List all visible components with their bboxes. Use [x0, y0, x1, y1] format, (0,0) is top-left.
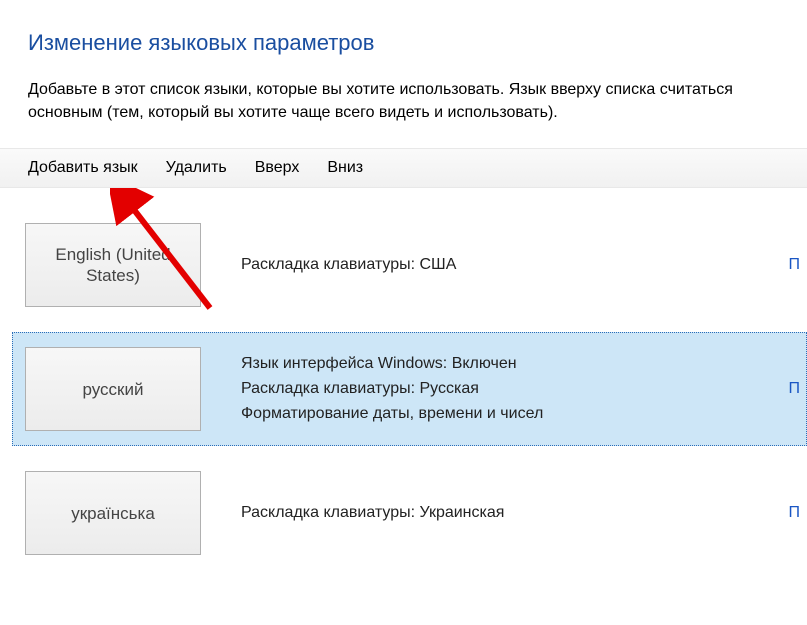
detail-line: Раскладка клавиатуры: США	[241, 253, 789, 278]
language-details: Язык интерфейса Windows: Включен Расклад…	[201, 352, 789, 426]
add-language-button[interactable]: Добавить язык	[28, 159, 138, 177]
language-details: Раскладка клавиатуры: США	[201, 253, 789, 278]
options-link[interactable]: П	[789, 256, 807, 274]
options-link[interactable]: П	[789, 504, 807, 522]
toolbar: Добавить язык Удалить Вверх Вниз	[0, 148, 807, 188]
remove-button[interactable]: Удалить	[166, 159, 227, 177]
language-tile: English (United States)	[25, 223, 201, 307]
language-row-english[interactable]: English (United States) Раскладка клавиа…	[12, 208, 807, 322]
language-tile: русский	[25, 347, 201, 431]
detail-line: Раскладка клавиатуры: Украинская	[241, 501, 789, 526]
language-list: English (United States) Раскладка клавиа…	[0, 188, 807, 570]
detail-line: Форматирование даты, времени и чисел	[241, 402, 789, 427]
language-row-russian[interactable]: русский Язык интерфейса Windows: Включен…	[12, 332, 807, 446]
move-down-button[interactable]: Вниз	[327, 159, 363, 177]
move-up-button[interactable]: Вверх	[255, 159, 300, 177]
options-link[interactable]: П	[789, 380, 807, 398]
page-description: Добавьте в этот список языки, которые вы…	[0, 56, 780, 124]
language-details: Раскладка клавиатуры: Украинская	[201, 501, 789, 526]
language-tile: українська	[25, 471, 201, 555]
page-heading: Изменение языковых параметров	[0, 0, 807, 56]
detail-line: Раскладка клавиатуры: Русская	[241, 377, 789, 402]
language-row-ukrainian[interactable]: українська Раскладка клавиатуры: Украинс…	[12, 456, 807, 570]
detail-line: Язык интерфейса Windows: Включен	[241, 352, 789, 377]
